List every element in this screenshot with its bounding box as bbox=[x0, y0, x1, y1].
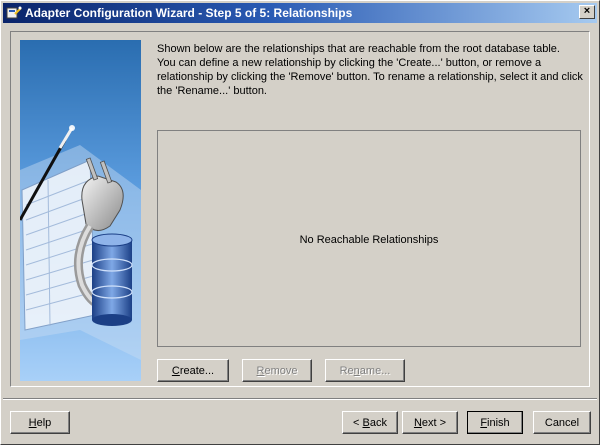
description-line: Shown below are the relationships that a… bbox=[157, 43, 560, 55]
wizard-side-image bbox=[20, 40, 141, 381]
create-button[interactable]: Create... bbox=[157, 359, 229, 382]
footer-separator-highlight bbox=[3, 399, 597, 400]
back-button[interactable]: < Back bbox=[342, 411, 398, 434]
rename-button[interactable]: Rename... bbox=[325, 359, 405, 382]
empty-relationships-message: No Reachable Relationships bbox=[299, 234, 439, 246]
remove-button[interactable]: Remove bbox=[242, 359, 312, 382]
step-description: Shown below are the relationships that a… bbox=[157, 42, 587, 98]
adapter-plug-illustration bbox=[20, 40, 141, 381]
close-icon: × bbox=[583, 5, 591, 17]
window-title: Adapter Configuration Wizard - Step 5 of… bbox=[25, 6, 353, 20]
next-button[interactable]: Next > bbox=[402, 411, 458, 434]
cancel-button[interactable]: Cancel bbox=[533, 411, 591, 434]
finish-button[interactable]: Finish bbox=[467, 411, 523, 434]
help-button[interactable]: Help bbox=[10, 411, 70, 434]
description-line: relationship by clicking the 'Remove' bu… bbox=[157, 71, 583, 83]
description-line: You can define a new relationship by cli… bbox=[157, 57, 542, 69]
wizard-icon bbox=[6, 6, 22, 19]
wizard-window: Adapter Configuration Wizard - Step 5 of… bbox=[0, 0, 600, 445]
relationships-list[interactable]: No Reachable Relationships bbox=[157, 130, 581, 347]
description-line: the 'Rename...' button. bbox=[157, 85, 267, 97]
close-button[interactable]: × bbox=[579, 5, 595, 19]
title-bar[interactable]: Adapter Configuration Wizard - Step 5 of… bbox=[3, 3, 597, 23]
